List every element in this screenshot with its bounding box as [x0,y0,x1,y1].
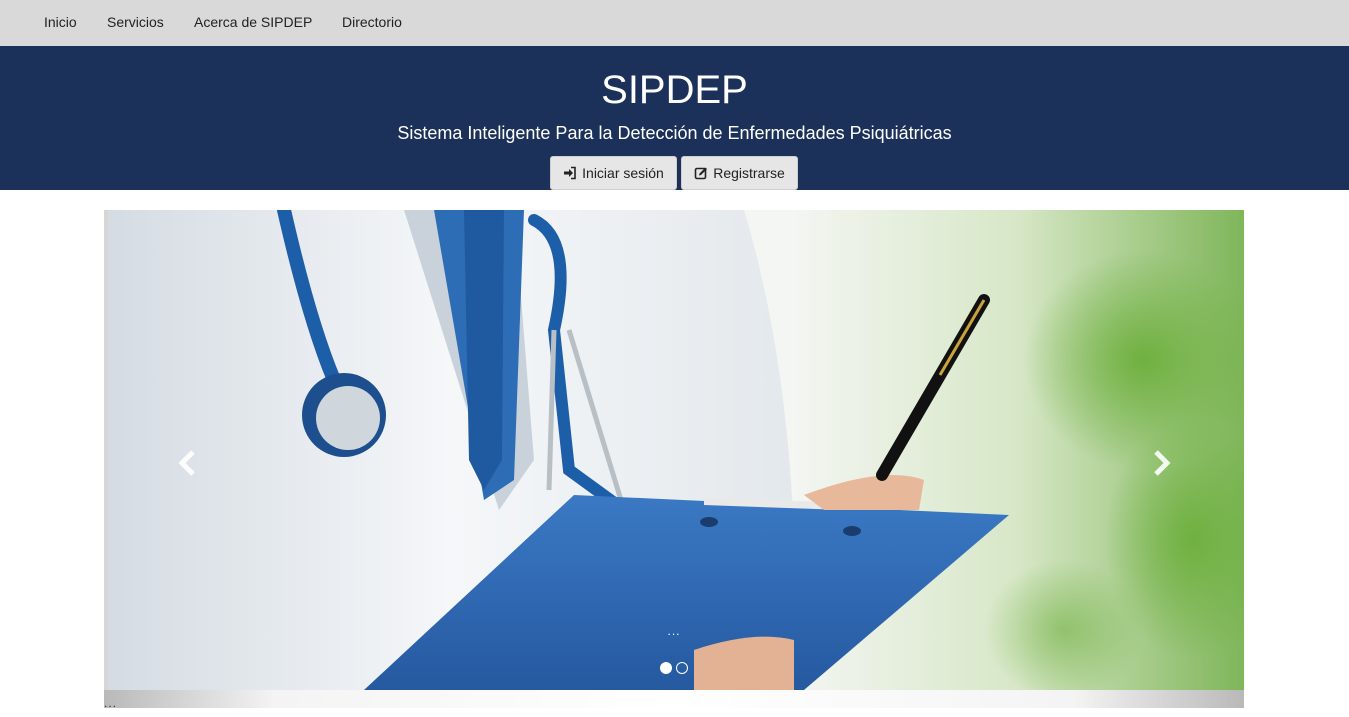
carousel-bottom-band [104,690,1244,708]
doctor-clipboard-image [104,210,1244,690]
login-label: Iniciar sesión [582,165,664,181]
nav-item-inicio[interactable]: Inicio [44,14,77,30]
carousel-indicator-2[interactable] [676,662,688,674]
top-navbar: Inicio Servicios Acerca de SIPDEP Direct… [0,0,1349,46]
sign-in-icon [564,166,576,180]
carousel-caption: ... [667,624,681,638]
login-button[interactable]: Iniciar sesión [550,156,677,190]
site-title: SIPDEP [601,68,748,112]
nav-item-acerca[interactable]: Acerca de SIPDEP [194,14,312,30]
chevron-right-icon[interactable] [1145,448,1175,478]
edit-icon [694,167,708,180]
header-banner: SIPDEP Sistema Inteligente Para la Detec… [0,46,1349,190]
site-subtitle: Sistema Inteligente Para la Detección de… [397,123,952,143]
carousel-indicator-1[interactable] [660,662,672,674]
nav-item-directorio[interactable]: Directorio [342,14,402,30]
chevron-left-icon[interactable] [174,448,204,478]
carousel-indicators [660,662,688,674]
register-button[interactable]: Registrarse [681,156,798,190]
nav-item-servicios[interactable]: Servicios [107,14,164,30]
register-label: Registrarse [713,165,785,181]
below-carousel-text: ... [104,696,118,710]
carousel-left-edge [104,210,108,690]
image-carousel: ... [104,210,1244,708]
